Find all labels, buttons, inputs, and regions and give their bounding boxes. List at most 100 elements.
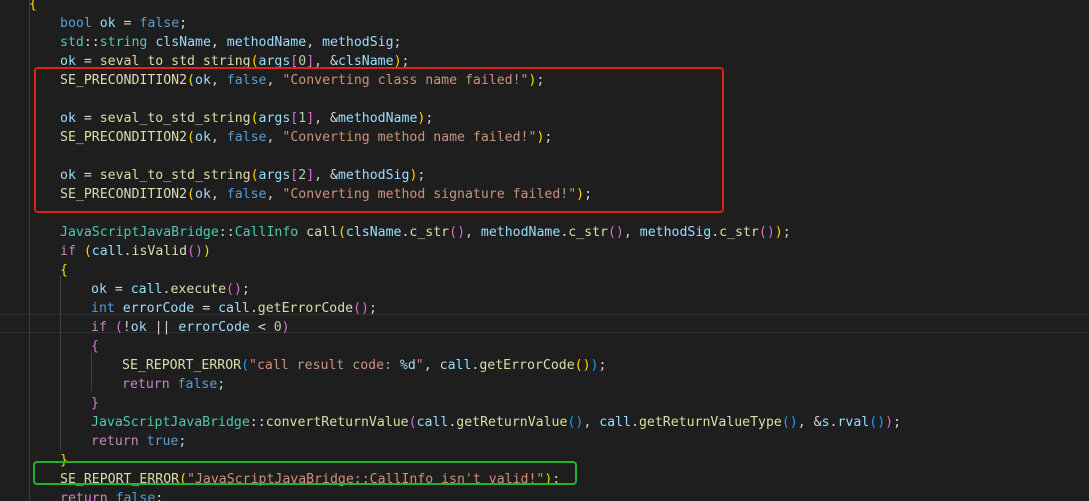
code-line[interactable]: { [29,0,37,14]
code-token: ok [99,16,116,31]
code-line[interactable]: return false; [122,375,225,394]
code-token: ( [241,358,250,373]
code-token: , [306,35,323,50]
code-line[interactable]: return false; [60,489,163,501]
code-token: . [711,225,720,240]
code-token: getReturnValueType [638,415,782,430]
code-line[interactable]: bool ok = false; [60,14,187,33]
code-token: ; [217,377,226,392]
code-token: getErrorCode [257,301,354,316]
code-token: ) [281,320,290,335]
code-token: c_str [719,225,759,240]
code-line[interactable]: std::string clsName, methodName, methodS… [60,33,402,52]
code-line[interactable]: if (!ok || errorCode < 0) [91,318,290,337]
code-token: isValid [131,244,188,259]
code-token: ) [202,244,211,259]
code-line[interactable]: { [91,337,99,356]
code-token: , [623,225,640,240]
code-token: } [91,396,99,411]
code-token: ; [782,225,791,240]
code-token: ; [178,434,187,449]
code-token: std [60,35,84,50]
code-token: s [821,415,830,430]
code-token: ; [179,16,188,31]
code-token: ) [774,225,783,240]
code-token: ; [155,491,164,501]
code-token: () [758,225,775,240]
code-token: string [99,35,148,50]
code-editor[interactable]: {bool ok = false; std::string clsName, me… [0,0,1089,501]
code-token: SE_REPORT_ERROR [122,358,242,373]
code-token: call [416,415,449,430]
code-token: 0 [273,320,282,335]
code-line[interactable]: if (call.isValid()) [60,242,211,261]
code-token: "call result code: [249,358,400,373]
code-token: false [139,16,180,31]
code-token: false [177,377,218,392]
code-token: ( [408,415,417,430]
code-token: = [115,16,140,31]
code-token: int [91,301,115,316]
code-token: call [599,415,631,430]
code-token: ( [83,244,92,259]
code-line[interactable]: SE_REPORT_ERROR("call result code: %d", … [122,356,606,375]
code-token: false [115,491,156,501]
code-token: clsName [155,35,211,50]
code-token: :: [249,415,266,430]
code-line[interactable]: JavaScriptJavaBridge::CallInfo call(clsN… [60,223,791,242]
code-token: methodSig [639,225,712,240]
code-line[interactable]: int errorCode = call.getErrorCode(); [91,299,377,318]
code-token: () [449,225,466,240]
indent-guide [29,0,30,501]
code-token: ; [368,301,377,316]
code-token: methodName [226,35,307,50]
code-token: errorCode [178,320,250,335]
code-token: return [60,491,108,501]
code-token: methodName [480,225,561,240]
code-token: ( [337,225,346,240]
code-token: () [353,301,369,316]
code-line[interactable]: return true; [91,432,186,451]
code-token: . [123,244,132,259]
green-highlight-box [33,461,577,485]
code-token: () [567,415,584,430]
code-token: ok [130,320,147,335]
code-token: c_str [409,225,450,240]
code-token: methodSig [322,35,394,50]
code-token: c_str [568,225,608,240]
code-token: , [423,358,440,373]
code-token: :: [83,35,100,50]
code-token: , & [797,415,822,430]
code-token: call [306,225,338,240]
code-token: %d [399,358,416,373]
code-token: call [130,282,163,297]
code-line[interactable]: { [60,261,68,280]
code-token: () [607,225,624,240]
code-token: , [465,225,481,240]
code-token: () [226,282,242,297]
code-line[interactable]: } [91,394,99,413]
code-token: rval [837,415,870,430]
code-token: ! [122,320,131,335]
code-token: { [29,0,37,12]
code-token: convertReturnValue [265,415,409,430]
code-token: ok [91,282,107,297]
code-token: = [194,301,219,316]
indent-guide [60,276,61,451]
code-token: ; [893,415,902,430]
code-token: return [122,377,170,392]
code-token: ; [241,282,250,297]
code-token: ( [114,320,123,335]
code-token: JavaScriptJavaBridge [60,225,219,240]
code-token: { [60,263,68,278]
code-token: , [583,415,600,430]
code-line[interactable]: ok = call.execute(); [91,280,250,299]
code-token: () [781,415,798,430]
code-line[interactable]: JavaScriptJavaBridge::convertReturnValue… [91,413,901,432]
code-token: bool [60,16,92,31]
